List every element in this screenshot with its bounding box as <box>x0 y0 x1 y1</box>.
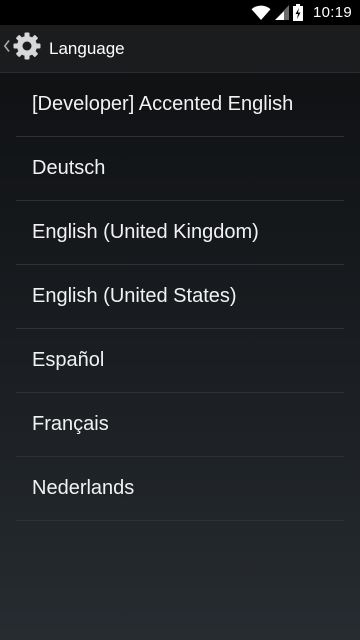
list-item[interactable]: Nederlands <box>16 457 344 521</box>
status-time: 10:19 <box>312 4 352 21</box>
battery-icon <box>292 4 303 21</box>
list-item[interactable]: Deutsch <box>16 137 344 201</box>
up-navigation-button[interactable] <box>0 25 47 73</box>
page-title: Language <box>49 38 125 58</box>
list-item[interactable]: Français <box>16 393 344 457</box>
settings-gear-icon <box>11 30 43 67</box>
action-bar: Language <box>0 25 360 73</box>
list-item[interactable]: English (United States) <box>16 265 344 329</box>
chevron-left-icon <box>3 39 11 58</box>
list-item[interactable]: Español <box>16 329 344 393</box>
wifi-icon <box>251 5 271 21</box>
signal-icon <box>274 5 289 20</box>
list-item[interactable]: English (United Kingdom) <box>16 201 344 265</box>
screen: 10:19 Language [Developer] Accented Engl… <box>0 0 360 640</box>
status-bar: 10:19 <box>0 0 360 25</box>
list-item[interactable]: [Developer] Accented English <box>16 73 344 137</box>
language-list: [Developer] Accented English Deutsch Eng… <box>16 73 344 521</box>
